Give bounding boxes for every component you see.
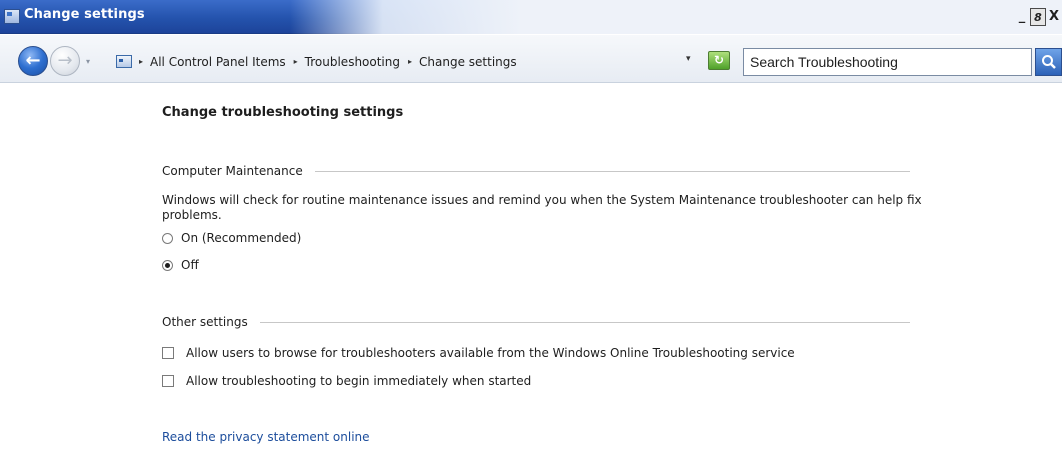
breadcrumb-troubleshooting[interactable]: Troubleshooting: [305, 55, 400, 69]
checkbox[interactable]: [162, 375, 174, 387]
checkbox[interactable]: [162, 347, 174, 359]
search-input[interactable]: Search Troubleshooting: [743, 48, 1032, 76]
search-icon[interactable]: [1035, 48, 1062, 76]
privacy-statement-link[interactable]: Read the privacy statement online: [162, 430, 370, 444]
computer-maintenance-group: Computer Maintenance: [162, 164, 910, 178]
checkbox-label[interactable]: Allow troubleshooting to begin immediate…: [186, 374, 531, 388]
radio-button-selected[interactable]: [162, 259, 173, 271]
chevron-right-icon[interactable]: ▸: [139, 57, 143, 66]
radio-label[interactable]: Off: [181, 258, 199, 272]
restore-button[interactable]: 8: [1030, 8, 1046, 26]
chevron-down-icon[interactable]: ▾: [686, 54, 691, 64]
other-settings-group: Other settings: [162, 315, 910, 329]
forward-button[interactable]: →: [50, 46, 80, 76]
group-label: Computer Maintenance: [162, 164, 303, 178]
page-title: Change troubleshooting settings: [162, 105, 404, 120]
window-title: Change settings: [24, 7, 145, 22]
recent-pages-dropdown[interactable]: ▾: [82, 56, 94, 68]
maintenance-description: Windows will check for routine maintenan…: [162, 193, 922, 222]
refresh-button[interactable]: ↻: [708, 51, 730, 70]
breadcrumb-control-panel[interactable]: All Control Panel Items: [150, 55, 286, 69]
chevron-right-icon[interactable]: ▸: [294, 57, 298, 66]
radio-on-recommended[interactable]: On (Recommended): [162, 231, 301, 245]
radio-label[interactable]: On (Recommended): [181, 231, 301, 245]
navigation-bar: ← → ▾ ▸ All Control Panel Items ▸ Troubl…: [0, 35, 1062, 83]
divider: [259, 321, 910, 323]
radio-off[interactable]: Off: [162, 258, 199, 272]
checkbox-begin-immediately[interactable]: Allow troubleshooting to begin immediate…: [162, 374, 531, 388]
address-bar[interactable]: ▸ All Control Panel Items ▸ Troubleshoot…: [100, 48, 702, 75]
group-label: Other settings: [162, 315, 248, 329]
breadcrumb-change-settings[interactable]: Change settings: [419, 55, 517, 69]
title-bar: Change settings _ 8 X: [0, 0, 1062, 34]
window-controls: _ 8 X: [1014, 8, 1062, 26]
close-button[interactable]: X: [1046, 8, 1062, 26]
control-panel-icon: [116, 55, 132, 68]
checkbox-browse-online[interactable]: Allow users to browse for troubleshooter…: [162, 346, 795, 360]
title-bar-gradient: [290, 0, 1062, 34]
back-button[interactable]: ←: [18, 46, 48, 76]
minimize-button[interactable]: _: [1014, 8, 1030, 26]
control-panel-icon: [4, 9, 20, 24]
divider: [314, 170, 910, 172]
chevron-right-icon[interactable]: ▸: [408, 57, 412, 66]
radio-button[interactable]: [162, 232, 173, 244]
checkbox-label[interactable]: Allow users to browse for troubleshooter…: [186, 346, 795, 360]
